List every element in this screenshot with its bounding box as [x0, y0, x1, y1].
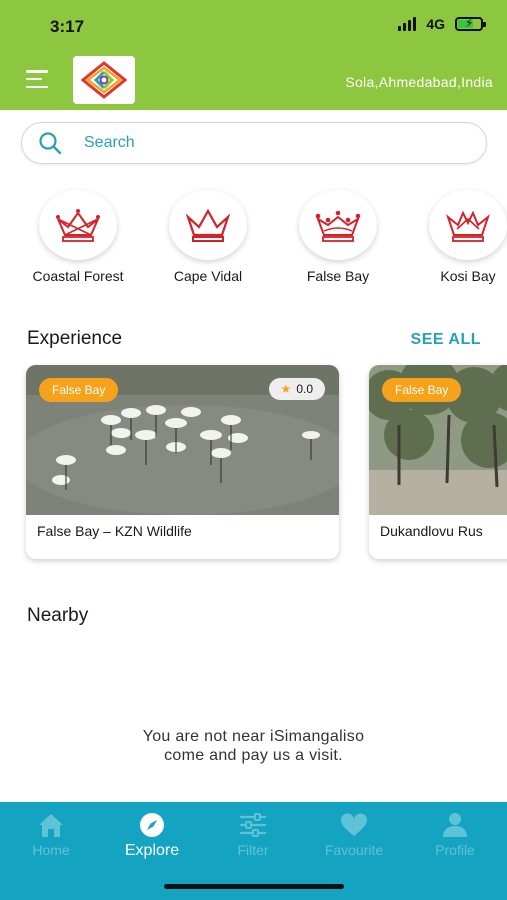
category-coastal-forest[interactable]: Coastal Forest — [13, 190, 143, 284]
nav-label: Favourite — [324, 842, 384, 858]
home-icon — [39, 814, 63, 837]
nav-favourite[interactable]: Favourite — [309, 812, 399, 858]
category-circle — [39, 190, 117, 260]
nav-label: Explore — [124, 842, 180, 859]
rating-value: 0.0 — [296, 382, 313, 396]
nav-home[interactable]: Home — [6, 812, 96, 858]
category-row: Coastal Forest Cape Vidal False Bay Kosi… — [0, 190, 507, 290]
signal-icon — [398, 17, 417, 31]
search-bar[interactable] — [21, 122, 487, 164]
category-label: Cape Vidal — [173, 268, 243, 284]
heart-icon — [341, 813, 367, 836]
nav-explore[interactable]: Explore — [107, 812, 197, 860]
nav-label: Home — [32, 842, 70, 858]
card-location-tag: False Bay — [39, 378, 119, 402]
nav-filter[interactable]: Filter — [208, 812, 298, 858]
logo-icon — [80, 61, 128, 99]
menu-button[interactable] — [26, 70, 48, 88]
nav-label: Filter — [237, 842, 269, 858]
experience-card[interactable]: False Bay Dukandlovu Rus — [369, 365, 507, 559]
battery-icon: ⚡ — [455, 16, 486, 31]
experience-heading: Experience — [27, 328, 123, 349]
empty-message-line: come and pay us a visit. — [164, 747, 343, 764]
search-input[interactable] — [84, 134, 444, 152]
category-circle — [169, 190, 247, 260]
app-screen: 3:17 4G ⚡ Sola,Ahmedabad,India Search Co… — [0, 0, 507, 900]
search-icon — [39, 132, 62, 155]
category-cape-vidal[interactable]: Cape Vidal — [143, 190, 273, 284]
category-false-bay[interactable]: False Bay — [273, 190, 403, 284]
menu-icon — [26, 70, 48, 73]
sliders-icon — [239, 813, 267, 837]
network-type: 4G — [426, 16, 445, 32]
header-bar: 3:17 4G ⚡ Sola,Ahmedabad,India — [0, 0, 507, 110]
category-label: Coastal Forest — [32, 268, 124, 284]
star-icon: ★ — [280, 382, 292, 396]
category-kosi-bay[interactable]: Kosi Bay — [403, 190, 507, 284]
category-label: False Bay — [306, 268, 370, 284]
see-all-link[interactable]: SEE ALL — [411, 331, 481, 349]
status-indicators: 4G ⚡ — [398, 16, 486, 32]
crown-icon — [185, 208, 231, 242]
card-title: False Bay – KZN Wildlife — [37, 523, 192, 539]
card-location-tag: False Bay — [382, 378, 462, 402]
category-circle — [299, 190, 377, 260]
category-circle — [429, 190, 507, 260]
current-location[interactable]: Sola,Ahmedabad,India — [345, 74, 493, 90]
card-rating: ★ 0.0 — [268, 378, 325, 400]
home-indicator — [164, 884, 344, 889]
nav-label: Profile — [435, 842, 475, 858]
crown-icon — [56, 209, 100, 242]
category-label: Kosi Bay — [440, 268, 496, 284]
crown-icon — [445, 210, 491, 242]
compass-icon — [140, 813, 164, 837]
card-title: Dukandlovu Rus — [380, 523, 483, 539]
nearby-heading: Nearby — [27, 605, 89, 626]
crown-icon — [315, 210, 361, 242]
nav-profile[interactable]: Profile — [410, 812, 500, 858]
status-time: 3:17 — [50, 17, 85, 36]
experience-card[interactable]: False Bay ★ 0.0 False Bay – KZN Wildlife — [26, 365, 339, 559]
user-icon — [443, 813, 467, 837]
app-logo[interactable] — [73, 56, 135, 104]
empty-message-line: You are not near iSimangaliso — [142, 728, 365, 745]
nearby-empty-message: You are not near iSimangaliso come and p… — [0, 727, 507, 765]
